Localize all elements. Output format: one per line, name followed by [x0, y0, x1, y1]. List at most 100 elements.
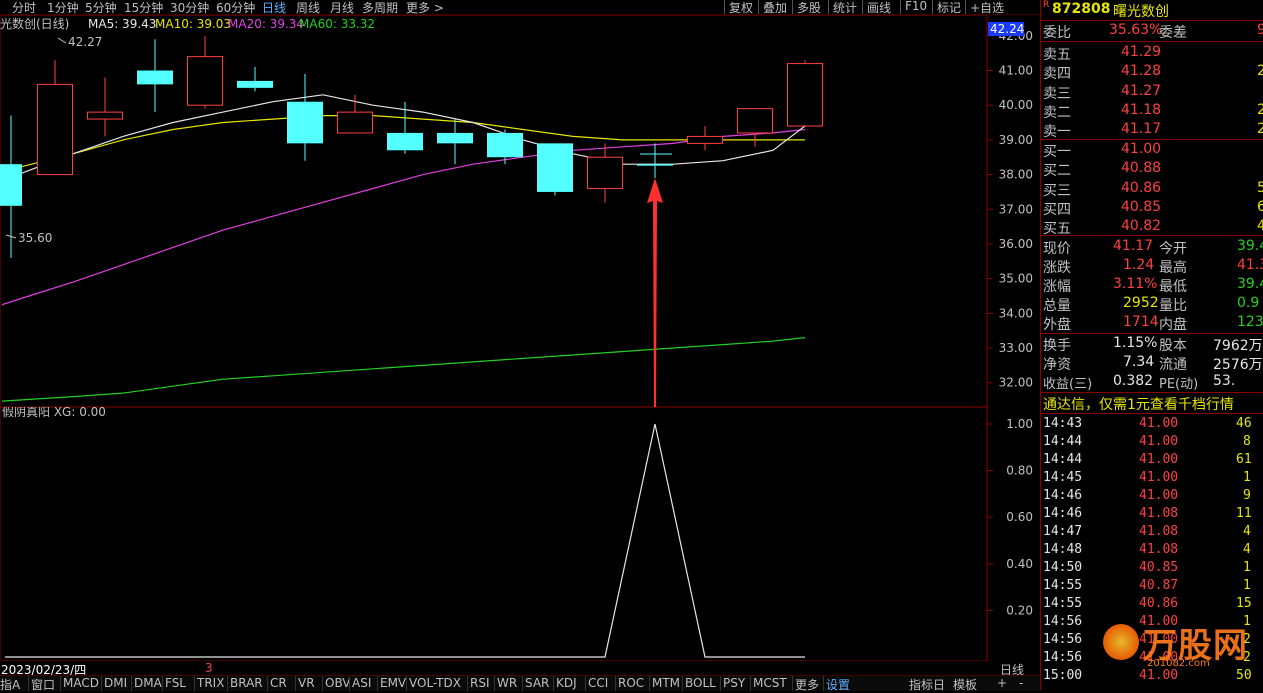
indicator-tab-13[interactable]: VOL-TDX	[409, 676, 461, 690]
toolbar-button-6[interactable]: 标记	[937, 0, 961, 16]
indicator-tab-25[interactable]: 设置	[826, 676, 850, 693]
toolbar-button-5[interactable]: F10	[905, 0, 927, 13]
ma-legend-0: MA5: 39.43	[88, 17, 156, 31]
ask-row-2[interactable]: 卖三 41.27	[1041, 82, 1263, 102]
indicator-tab-12[interactable]: EMV	[380, 676, 406, 690]
bottombar-right-1[interactable]: 模板	[953, 676, 977, 693]
period-tab-10[interactable]: 更多 >	[406, 0, 444, 16]
tick-time: 14:56	[1043, 650, 1083, 665]
indicator-tab-19[interactable]: ROC	[618, 676, 644, 690]
bid-row-0[interactable]: 买一 41.00	[1041, 140, 1263, 160]
stat2-label-2: 股本	[1159, 338, 1187, 354]
indicator-tab-22[interactable]: PSY	[723, 676, 745, 690]
price-axis-label: 35.00	[999, 272, 1033, 286]
stat2-row-2: 收益(三) 0.382 PE(动) 53.	[1041, 372, 1263, 392]
ask-row-1[interactable]: 卖四 41.28 2	[1041, 62, 1263, 83]
toolbar-button-7[interactable]: +自选	[970, 0, 1004, 16]
panel-divider	[1041, 41, 1263, 42]
tick-volume: 1	[1243, 470, 1251, 485]
indicator-tab-4[interactable]: DMA	[134, 676, 162, 690]
indicator-tab-18[interactable]: CCI	[588, 676, 608, 690]
bid-row-3[interactable]: 买四 40.85 6	[1041, 198, 1263, 218]
toolbar-button-3[interactable]: 统计	[833, 0, 857, 16]
ma-legend-2: MA20: 39.34	[228, 17, 304, 31]
stat-label: 涨幅	[1043, 279, 1071, 295]
period-tab-2[interactable]: 5分钟	[85, 0, 117, 16]
panel-divider	[1041, 413, 1263, 414]
tick-volume: 50	[1236, 668, 1252, 683]
bid-row-4[interactable]: 买五 40.82 4	[1041, 217, 1263, 237]
price-axis-label: 33.00	[999, 341, 1033, 355]
bid-label: 买一	[1043, 144, 1071, 160]
bottombar-right-3[interactable]: -	[1019, 676, 1023, 690]
stat-value: 3.11%	[1113, 276, 1158, 292]
bottombar-right-2[interactable]: +	[997, 676, 1007, 690]
indicator-tab-15[interactable]: WR	[497, 676, 517, 690]
period-tab-4[interactable]: 30分钟	[170, 0, 209, 16]
period-tab-6[interactable]: 日线	[262, 0, 286, 16]
weibi-row: 委比 35.63% 委差 9	[1041, 21, 1263, 41]
indicator-tab-11[interactable]: ASI	[352, 676, 371, 690]
indicator-tab-6[interactable]: TRIX	[197, 676, 224, 690]
bid-row-1[interactable]: 买二 40.88	[1041, 159, 1263, 179]
period-tab-5[interactable]: 60分钟	[216, 0, 255, 16]
indicator-tab-8[interactable]: CR	[270, 676, 287, 690]
indicator-tab-14[interactable]: RSI	[470, 676, 490, 690]
ask-row-3[interactable]: 卖二 41.18 2	[1041, 101, 1263, 121]
period-tab-8[interactable]: 月线	[330, 0, 354, 16]
indicator-tab-23[interactable]: MCST	[753, 676, 787, 690]
tick-row-9: 14:55 40.87 1	[1041, 577, 1263, 595]
indicator-tab-16[interactable]: SAR	[525, 676, 549, 690]
toolbar-button-2[interactable]: 多股	[797, 0, 821, 16]
tab-separator	[720, 676, 721, 691]
tick-volume: 11	[1236, 506, 1252, 521]
tab-separator	[615, 676, 616, 691]
toolbar-separator	[758, 0, 759, 14]
toolbar-separator	[965, 0, 966, 14]
indicator-tab-0[interactable]: 指A	[0, 676, 20, 693]
indicator-tab-9[interactable]: VR	[298, 676, 315, 690]
indicator-tab-3[interactable]: DMI	[104, 676, 127, 690]
indicator-tab-2[interactable]: MACD	[63, 676, 99, 690]
bid-price: 40.82	[1121, 218, 1162, 235]
stat-value-2: 123	[1237, 314, 1263, 330]
indicator-tab-24[interactable]: 更多	[795, 676, 819, 693]
ask-row-0[interactable]: 卖五 41.29	[1041, 43, 1263, 63]
candle-body	[237, 80, 273, 88]
tick-time: 14:48	[1043, 542, 1083, 557]
indicator-tab-20[interactable]: MTM	[652, 676, 680, 690]
bottombar-right-0[interactable]: 指标日	[909, 676, 945, 693]
period-tab-7[interactable]: 周线	[296, 0, 320, 16]
indicator-tab-21[interactable]: BOLL	[685, 676, 716, 690]
toolbar-button-0[interactable]: 复权	[729, 0, 753, 16]
promo-banner[interactable]: 通达信，仅需1元查看千档行情	[1041, 393, 1263, 413]
stat-value-2: 39.4	[1237, 276, 1263, 292]
toolbar-button-1[interactable]: 叠加	[763, 0, 787, 16]
period-tab-3[interactable]: 15分钟	[124, 0, 163, 16]
candle-5	[237, 67, 273, 92]
ask-label: 卖四	[1043, 66, 1071, 83]
period-tab-0[interactable]: 分时	[12, 0, 36, 16]
ask-price: 41.17	[1121, 121, 1162, 138]
candlestick-chart[interactable]: 42.0041.0040.0039.0038.0037.0036.0035.00…	[0, 15, 1040, 407]
chart-area: 42.0041.0040.0039.0038.0037.0036.0035.00…	[0, 15, 1040, 677]
stat-label: 外盘	[1043, 317, 1071, 333]
bid-row-2[interactable]: 买三 40.86 5	[1041, 179, 1263, 199]
indicator-chart[interactable]: 1.00 0.80 0.60 0.40 0.20 假阴真阳 XG: 0.00	[0, 407, 1040, 661]
high-marker: 42.27	[68, 35, 102, 49]
indicator-tab-1[interactable]: 窗口	[31, 676, 55, 693]
indicator-tab-17[interactable]: KDJ	[556, 676, 577, 690]
indicator-tab-10[interactable]: OBV	[325, 676, 351, 690]
indicator-tab-5[interactable]: FSL	[165, 676, 186, 690]
period-tab-1[interactable]: 1分钟	[47, 0, 79, 16]
tick-time: 14:43	[1043, 416, 1083, 431]
tab-separator	[295, 676, 296, 691]
candle-body	[87, 111, 123, 120]
toolbar-button-4[interactable]: 画线	[867, 0, 891, 16]
ask-row-4[interactable]: 卖一 41.17 2	[1041, 120, 1263, 140]
low-marker: 35.60	[18, 231, 52, 245]
tab-separator	[28, 676, 29, 691]
candle-11	[537, 143, 573, 196]
indicator-tab-7[interactable]: BRAR	[230, 676, 263, 690]
period-tab-9[interactable]: 多周期	[362, 0, 398, 16]
